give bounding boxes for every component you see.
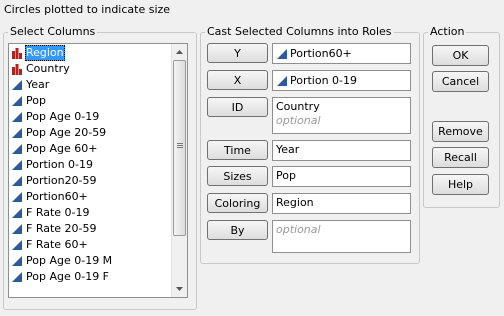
columns-list: Region Country Year Pop Pop Age 0-19 Pop Age … [9, 45, 171, 285]
columns-listbox[interactable]: Region Country Year Pop Pop Age 0-19 Pop Age … [8, 43, 188, 298]
cast-roles-title: Cast Selected Columns into Roles [205, 25, 394, 38]
list-item-label: F Rate 20-59 [26, 222, 97, 235]
list-item[interactable]: Year [9, 77, 171, 93]
list-item-label: Pop Age 0-19 [26, 110, 100, 123]
select-columns-title: Select Columns [8, 25, 98, 38]
continuous-triangle-icon [12, 240, 22, 250]
continuous-triangle-icon [12, 208, 22, 218]
role-coloring-button[interactable]: Coloring [207, 193, 268, 213]
list-item[interactable]: Pop Age 0-19 [9, 109, 171, 125]
continuous-triangle-icon [12, 224, 22, 234]
continuous-triangle-icon [12, 128, 22, 138]
nominal-bar-icon [12, 48, 22, 59]
role-y-field[interactable]: Portion60+ [272, 43, 411, 64]
list-item-label: F Rate 0-19 [26, 206, 90, 219]
action-title: Action [428, 25, 467, 38]
role-time-button[interactable]: Time [207, 140, 268, 160]
list-item[interactable]: Pop Age 0-19 F [9, 269, 171, 285]
role-id-value: Country [276, 100, 320, 113]
role-id-button[interactable]: ID [207, 97, 268, 117]
role-by-optional-hint: optional [276, 223, 321, 236]
list-item[interactable]: Pop Age 60+ [9, 141, 171, 157]
continuous-triangle-icon [12, 96, 22, 106]
continuous-triangle-icon [12, 144, 22, 154]
continuous-triangle-icon [12, 112, 22, 122]
list-item[interactable]: Portion 0-19 [9, 157, 171, 173]
scroll-thumb[interactable] [173, 60, 186, 236]
continuous-triangle-icon [12, 272, 22, 282]
list-item[interactable]: Country [9, 61, 171, 77]
role-x-value: Portion 0-19 [290, 73, 358, 87]
remove-button[interactable]: Remove [432, 121, 489, 142]
ok-button[interactable]: OK [432, 45, 489, 66]
recall-button[interactable]: Recall [432, 147, 489, 168]
role-x-field[interactable]: Portion 0-19 [272, 70, 411, 91]
list-item[interactable]: Portion20-59 [9, 173, 171, 189]
role-y-value: Portion60+ [290, 46, 352, 60]
list-item-label: F Rate 60+ [26, 238, 88, 251]
list-item[interactable]: Portion60+ [9, 189, 171, 205]
list-item[interactable]: Pop Age 0-19 M [9, 253, 171, 269]
chevron-down-icon [176, 287, 183, 291]
list-item[interactable]: Pop Age 20-59 [9, 125, 171, 141]
continuous-triangle-icon [12, 256, 22, 266]
continuous-triangle-icon [12, 160, 22, 170]
role-sizes-field[interactable]: Pop [272, 166, 411, 187]
role-by-field[interactable]: optional [272, 220, 411, 253]
chevron-up-icon [176, 50, 183, 54]
role-by-button[interactable]: By [207, 220, 268, 240]
list-item-label: Portion60+ [26, 190, 88, 203]
role-y-button[interactable]: Y [207, 43, 268, 63]
columns-scrollbar[interactable] [171, 44, 187, 297]
list-item-label: Pop [26, 94, 46, 107]
list-item[interactable]: F Rate 20-59 [9, 221, 171, 237]
continuous-triangle-icon [12, 176, 22, 186]
list-item-label: Pop Age 0-19 M [26, 254, 113, 267]
help-button[interactable]: Help [432, 174, 489, 195]
list-item-label: Country [26, 62, 70, 75]
list-item[interactable]: F Rate 0-19 [9, 205, 171, 221]
nominal-bar-icon [12, 64, 22, 75]
continuous-triangle-icon [277, 48, 287, 59]
cancel-button[interactable]: Cancel [432, 71, 489, 92]
role-id-field[interactable]: Country optional [272, 97, 411, 134]
continuous-triangle-icon [277, 75, 287, 86]
list-item-label: Pop Age 20-59 [26, 126, 107, 139]
role-x-button[interactable]: X [207, 70, 268, 90]
continuous-triangle-icon [12, 192, 22, 202]
list-item-label: Portion20-59 [26, 174, 97, 187]
list-item-label: Pop Age 0-19 F [26, 270, 110, 283]
list-item[interactable]: Region [9, 45, 171, 61]
role-id-optional-hint: optional [276, 114, 321, 127]
role-sizes-value: Pop [276, 169, 296, 182]
role-time-field[interactable]: Year [272, 140, 411, 161]
role-time-value: Year [276, 143, 300, 156]
continuous-triangle-icon [12, 80, 22, 90]
list-item-label: Portion 0-19 [26, 158, 94, 171]
list-item[interactable]: F Rate 60+ [9, 237, 171, 253]
role-coloring-value: Region [276, 196, 314, 209]
list-item-label: Year [26, 78, 50, 91]
role-sizes-button[interactable]: Sizes [207, 166, 268, 186]
list-item-label: Pop Age 60+ [26, 142, 98, 155]
list-item[interactable]: Pop [9, 93, 171, 109]
role-coloring-field[interactable]: Region [272, 193, 411, 214]
scroll-up-button[interactable] [172, 44, 187, 60]
list-item-label: Region [25, 45, 65, 61]
scroll-down-button[interactable] [172, 281, 187, 297]
dialog-title: Circles plotted to indicate size [4, 3, 171, 16]
